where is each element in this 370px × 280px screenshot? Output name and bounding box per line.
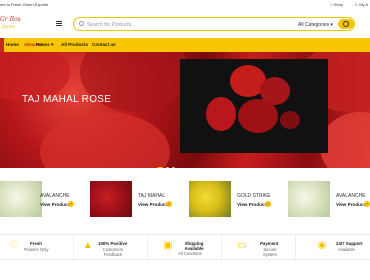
feature-subtitle: Flowers Only bbox=[24, 247, 49, 252]
featured-products: AVALANCHE View Product › TAJ MAHAL View … bbox=[0, 176, 370, 226]
feature-item: ▲ 100% Positive Customers Feedback bbox=[74, 235, 148, 261]
truck-icon: ▣ bbox=[163, 240, 173, 251]
arrow-right-icon[interactable]: › bbox=[364, 201, 370, 207]
arrow-right-icon[interactable]: › bbox=[166, 201, 172, 207]
rose-bg-shape bbox=[40, 112, 170, 168]
feature-strip: ♡ Fresh Flowers Only ▲ 100% Positive Cus… bbox=[0, 234, 370, 261]
slider-dot[interactable] bbox=[166, 167, 169, 168]
feature-title: Payment bbox=[260, 241, 279, 246]
card-icon: ▭ bbox=[237, 240, 247, 251]
feature-title: Fresh bbox=[30, 241, 42, 246]
hero-rose-image bbox=[180, 59, 328, 153]
search-icon bbox=[79, 21, 84, 26]
product-image bbox=[0, 181, 42, 217]
product-name: GOLD STRIKE bbox=[237, 193, 271, 199]
top-bar: me to Fresh Green Exports □ Shop ☺ My A bbox=[0, 0, 370, 10]
nav-item-all-products[interactable]: All Products bbox=[61, 42, 88, 47]
hero-title: TAJ MAHAL ROSE bbox=[22, 94, 112, 105]
product-image bbox=[288, 181, 330, 217]
feature-item: ♡ Fresh Flowers Only bbox=[0, 235, 74, 261]
product-card[interactable]: TAJ MAHAL View Product › bbox=[90, 176, 188, 226]
my-account-label[interactable]: My A bbox=[359, 2, 368, 7]
header: Gr Ros ferex Search for Products All Cat… bbox=[0, 10, 370, 38]
headset-icon: ◉ bbox=[317, 240, 327, 251]
nav-item-contact[interactable]: Contact us bbox=[92, 42, 116, 47]
nav-roses-label[interactable]: Roses bbox=[36, 42, 50, 47]
search-button[interactable] bbox=[338, 19, 354, 29]
feature-title: 24/7 Support bbox=[336, 241, 363, 246]
nav-active-marker bbox=[0, 38, 4, 52]
my-account-link[interactable]: ☺ My A bbox=[354, 2, 368, 7]
menu-icon[interactable] bbox=[56, 21, 62, 26]
hero-slider[interactable]: TAJ MAHAL ROSE bbox=[0, 52, 370, 168]
feature-subtitle: All Countries bbox=[178, 251, 202, 256]
view-product-link[interactable]: View Product bbox=[138, 202, 167, 207]
product-card[interactable]: GOLD STRIKE View Product › bbox=[189, 176, 287, 226]
product-name: TAJ MAHAL bbox=[138, 193, 166, 199]
rose-shape bbox=[206, 97, 236, 131]
slider-dots bbox=[157, 157, 178, 168]
thumbs-up-icon: ▲ bbox=[83, 240, 93, 251]
view-product-link[interactable]: View Product bbox=[336, 202, 365, 207]
rose-shape bbox=[280, 111, 300, 129]
product-image bbox=[90, 181, 132, 217]
product-name: AVALANCHE bbox=[40, 193, 70, 199]
main-nav: Home About Us Roses ▾ All Products Conta… bbox=[0, 38, 370, 52]
feature-item: ▭ Payment Secure System bbox=[222, 235, 296, 261]
feature-subtitle: Available bbox=[338, 247, 355, 252]
product-name: AVALANCHE bbox=[336, 193, 366, 199]
feature-title: 100% Positive bbox=[98, 241, 128, 246]
product-card[interactable]: AVALANCHE View Product › bbox=[0, 176, 90, 226]
slider-dot[interactable] bbox=[172, 167, 175, 168]
shop-label[interactable]: Shop bbox=[334, 2, 343, 7]
nav-item-home[interactable]: Home bbox=[6, 42, 19, 47]
arrow-right-icon[interactable]: › bbox=[68, 201, 74, 207]
view-product-link[interactable]: View Product bbox=[40, 202, 69, 207]
view-product-link[interactable]: View Product bbox=[237, 202, 266, 207]
logo-line-2: ferex bbox=[2, 24, 15, 30]
rose-shape bbox=[238, 99, 278, 133]
shop-link[interactable]: □ Shop bbox=[330, 2, 343, 7]
nav-item-roses[interactable]: Roses ▾ bbox=[36, 42, 53, 48]
search-bar: Search for Products All Categories ▾ bbox=[73, 17, 355, 31]
heart-icon: ♡ bbox=[9, 240, 19, 251]
logo-line-1: Gr Ros bbox=[0, 16, 21, 23]
product-card[interactable]: AVALANCHE View Product › bbox=[288, 176, 370, 226]
feature-subtitle: Secure System bbox=[263, 247, 277, 257]
welcome-text: me to Fresh Green Exports bbox=[0, 2, 49, 7]
search-input[interactable]: Search for Products bbox=[87, 22, 131, 28]
category-label[interactable]: All Categories bbox=[298, 22, 329, 28]
site-logo[interactable]: Gr Ros ferex bbox=[0, 16, 36, 32]
arrow-right-icon[interactable]: › bbox=[265, 201, 271, 207]
feature-title: Shipping Available bbox=[184, 241, 204, 251]
feature-item: ▣ Shipping Available All Countries bbox=[148, 235, 222, 261]
product-image bbox=[189, 181, 231, 217]
slider-dot[interactable] bbox=[157, 167, 163, 168]
feature-subtitle: Customers Feedback bbox=[102, 247, 124, 257]
feature-item: ◉ 24/7 Support Available bbox=[296, 235, 370, 261]
category-select[interactable]: All Categories ▾ bbox=[298, 22, 333, 28]
